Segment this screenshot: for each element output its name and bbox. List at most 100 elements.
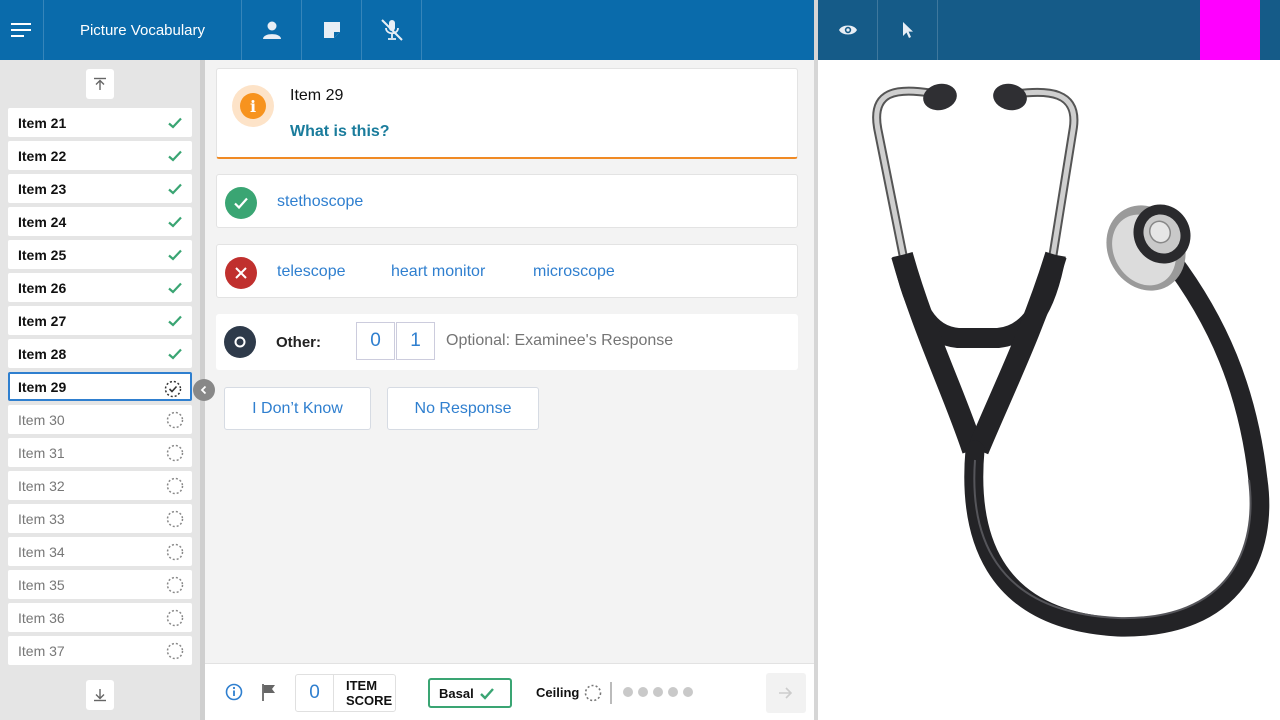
pending-icon	[166, 411, 184, 429]
item-panel: i Item 29 What is this? stethoscope tele…	[205, 60, 814, 663]
progress-dot	[638, 687, 648, 697]
dont-know-button[interactable]: I Don’t Know	[224, 387, 371, 430]
pointer-button[interactable]	[878, 0, 938, 60]
incorrect-response-telescope[interactable]: telescope	[277, 263, 346, 281]
arrow-to-top-icon	[94, 77, 106, 90]
sidebar-item-label: Item 26	[18, 279, 67, 296]
flag-icon[interactable]	[261, 683, 277, 702]
examinee-response-input[interactable]	[446, 332, 776, 350]
info-outline-icon[interactable]	[225, 683, 243, 701]
sidebar-item-label: Item 35	[18, 576, 65, 593]
collapse-sidebar-button[interactable]	[193, 379, 215, 401]
cursor-icon	[902, 22, 913, 38]
incorrect-response-microscope[interactable]: microscope	[533, 263, 615, 281]
examiner-toolbar: Picture Vocabulary	[0, 0, 814, 60]
sidebar-item-24[interactable]: Item 24	[8, 207, 192, 236]
item-score-label-line1: ITEM	[346, 678, 378, 693]
incorrect-responses-row: telescope heart monitor microscope	[216, 244, 798, 298]
sidebar-item-label: Item 23	[18, 180, 67, 197]
incorrect-response-heart-monitor[interactable]: heart monitor	[391, 263, 485, 281]
sidebar-item-29[interactable]: Item 29	[8, 372, 192, 401]
sidebar-item-label: Item 32	[18, 477, 65, 494]
pending-icon	[166, 477, 184, 495]
sidebar-item-34[interactable]: Item 34	[8, 537, 192, 566]
progress-dot	[668, 687, 678, 697]
sidebar-item-33[interactable]: Item 33	[8, 504, 192, 533]
pending-icon	[166, 642, 184, 660]
microphone-button[interactable]	[362, 0, 422, 60]
score-one-button[interactable]: 1	[396, 322, 435, 360]
notes-button[interactable]	[302, 0, 362, 60]
ceiling-pending-icon	[584, 684, 602, 702]
sidebar-item-27[interactable]: Item 27	[8, 306, 192, 335]
other-circle-icon	[224, 326, 256, 358]
sidebar-item-label: Item 36	[18, 609, 65, 626]
sidebar-item-22[interactable]: Item 22	[8, 141, 192, 170]
menu-icon	[10, 23, 31, 37]
status-bar: 0 ITEM SCORE Basal Ceiling	[205, 663, 814, 720]
menu-button[interactable]	[0, 0, 44, 60]
correct-check-icon	[225, 187, 257, 219]
sidebar-item-21[interactable]: Item 21	[8, 108, 192, 137]
sidebar-item-36[interactable]: Item 36	[8, 603, 192, 632]
in-progress-icon	[164, 380, 182, 398]
sidebar-item-25[interactable]: Item 25	[8, 240, 192, 269]
arrow-to-bottom-icon	[94, 689, 106, 702]
check-icon	[168, 282, 182, 294]
next-item-button[interactable]	[766, 673, 806, 713]
item-score-box: 0 ITEM SCORE	[295, 674, 396, 712]
sidebar-item-28[interactable]: Item 28	[8, 339, 192, 368]
other-response-row: Other: 0 1	[216, 314, 798, 370]
sidebar-item-label: Item 33	[18, 510, 65, 527]
correct-response-stethoscope[interactable]: stethoscope	[277, 193, 363, 211]
no-response-button[interactable]: No Response	[387, 387, 539, 430]
sidebar-item-35[interactable]: Item 35	[8, 570, 192, 599]
sidebar-item-37[interactable]: Item 37	[8, 636, 192, 665]
item-question: What is this?	[290, 123, 390, 140]
scroll-to-top-button[interactable]	[86, 69, 114, 99]
item-score-value: 0	[296, 675, 334, 711]
examinee-toolbar	[818, 0, 1280, 60]
pending-icon	[166, 543, 184, 561]
pending-icon	[166, 510, 184, 528]
item-info-badge[interactable]: i	[232, 85, 274, 127]
basal-label: Basal	[439, 685, 474, 701]
sidebar-item-23[interactable]: Item 23	[8, 174, 192, 203]
examinee-button[interactable]	[242, 0, 302, 60]
scroll-to-bottom-button[interactable]	[86, 680, 114, 710]
eye-icon	[838, 25, 857, 35]
sidebar-item-30[interactable]: Item 30	[8, 405, 192, 434]
sidebar-item-32[interactable]: Item 32	[8, 471, 192, 500]
sidebar-item-label: Item 22	[18, 147, 67, 164]
progress-dot	[623, 687, 633, 697]
item-title: Item 29	[290, 87, 344, 104]
score-zero-button[interactable]: 0	[356, 322, 395, 360]
stethoscope-picture	[872, 83, 1270, 637]
check-icon	[168, 216, 182, 228]
preview-button[interactable]	[818, 0, 878, 60]
microphone-off-icon	[380, 19, 403, 41]
sidebar-item-label: Item 31	[18, 444, 65, 461]
sidebar-item-26[interactable]: Item 26	[8, 273, 192, 302]
basal-check-icon	[479, 687, 494, 700]
sidebar-item-label: Item 25	[18, 246, 67, 263]
incorrect-x-icon	[225, 257, 257, 289]
correct-responses-row: stethoscope	[216, 174, 798, 228]
test-title: Picture Vocabulary	[44, 0, 242, 60]
sidebar-item-label: Item 27	[18, 312, 67, 329]
item-header-card: i Item 29 What is this?	[216, 68, 798, 159]
pending-icon	[166, 609, 184, 627]
check-icon	[168, 150, 182, 162]
note-icon	[323, 22, 340, 38]
item-list: Item 21 Item 22 Item 23 Item 24 Item 25 Item …	[0, 104, 200, 674]
check-icon	[168, 183, 182, 195]
sidebar-item-label: Item 21	[18, 114, 67, 131]
sidebar-item-label: Item 24	[18, 213, 67, 230]
pending-icon	[166, 576, 184, 594]
basal-status: Basal	[428, 678, 512, 708]
sidebar-item-31[interactable]: Item 31	[8, 438, 192, 467]
sidebar-item-label: Item 34	[18, 543, 65, 560]
person-icon	[262, 21, 281, 39]
check-icon	[168, 348, 182, 360]
info-icon: i	[240, 93, 266, 119]
